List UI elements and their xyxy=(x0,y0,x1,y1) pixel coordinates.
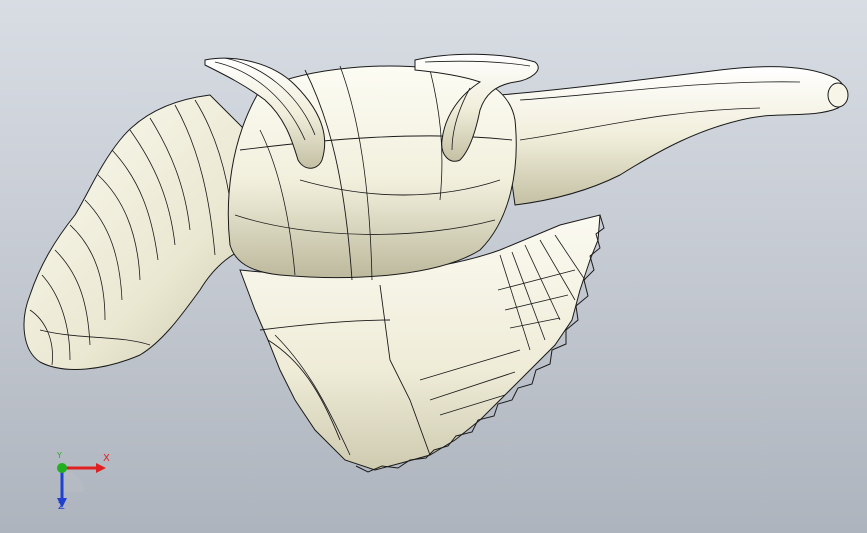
triad-x-label: X xyxy=(103,453,110,464)
triad-z-label: Z xyxy=(58,501,65,512)
spout-tip[interactable] xyxy=(827,82,849,108)
graphics-viewport[interactable]: X Y Z xyxy=(0,0,867,533)
3d-model[interactable] xyxy=(0,0,867,533)
triad-y-label: Y xyxy=(57,451,62,460)
orientation-triad[interactable]: X Y Z xyxy=(40,448,120,528)
spout-surface[interactable] xyxy=(499,66,847,206)
